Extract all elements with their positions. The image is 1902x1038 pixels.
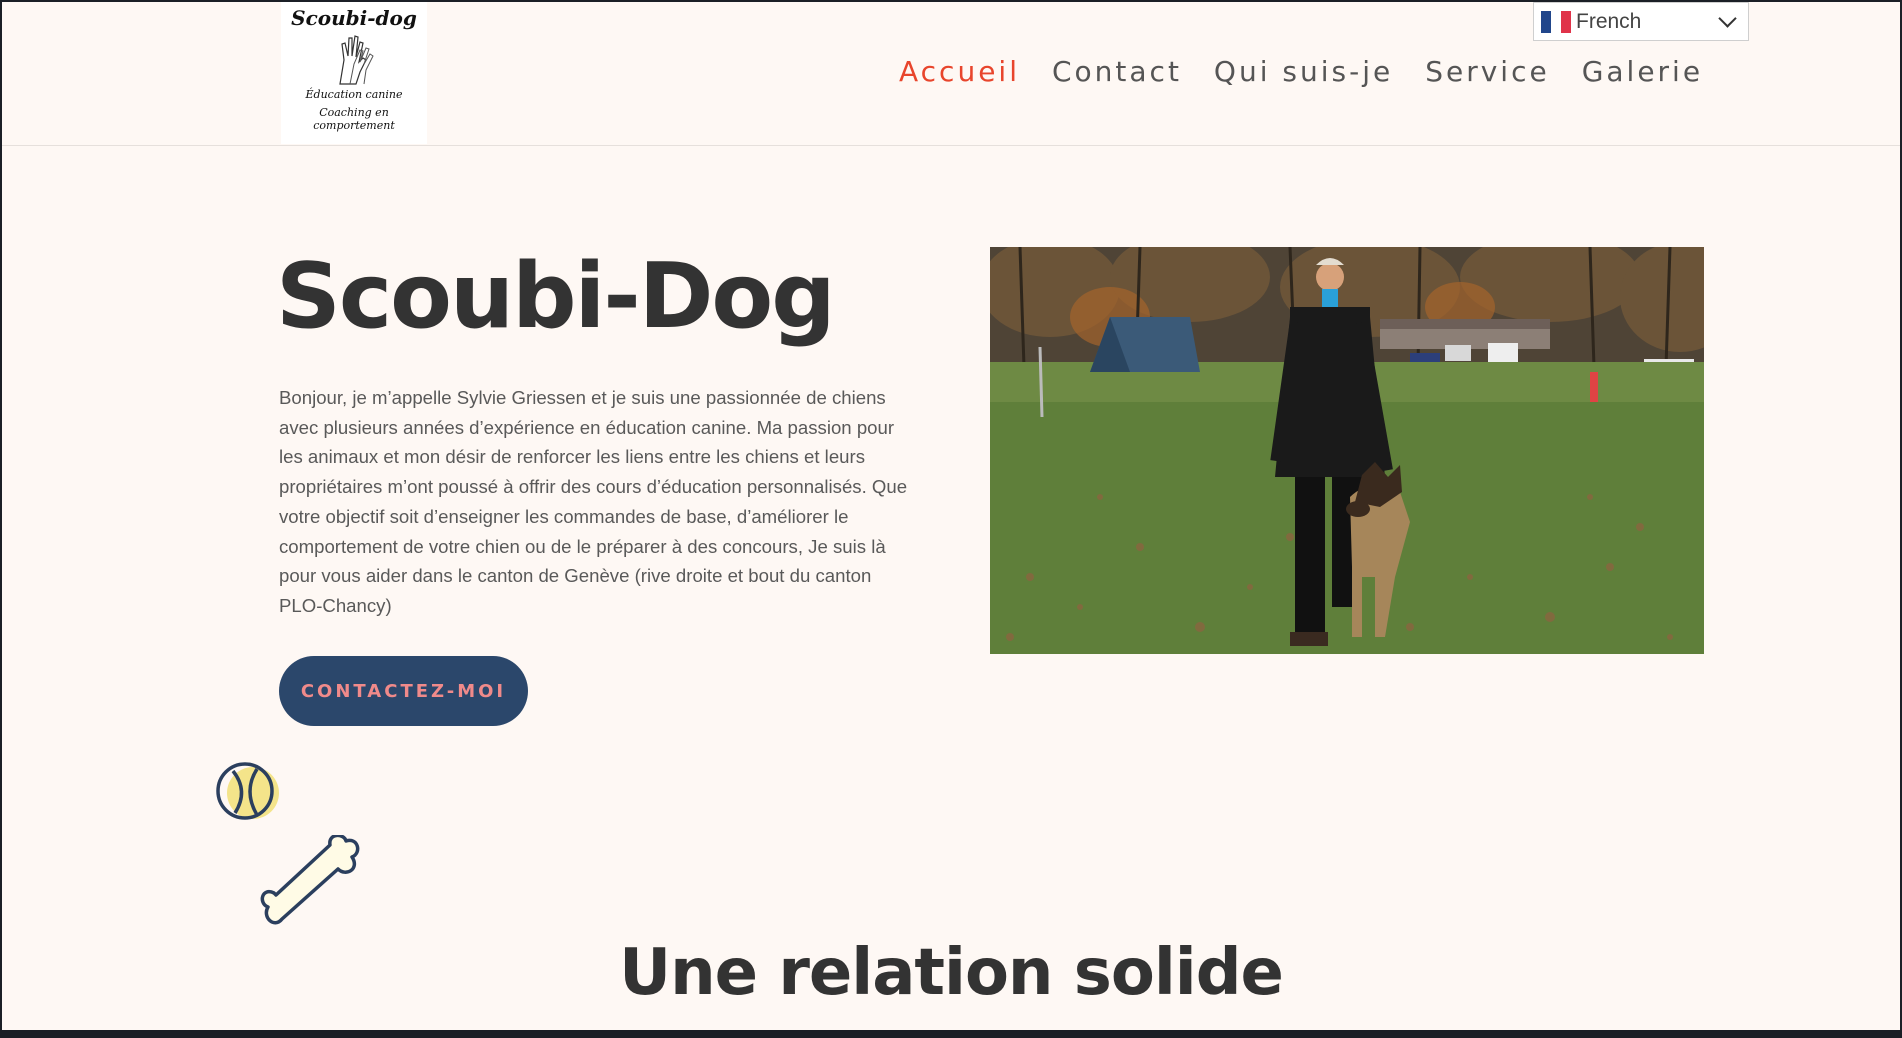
- language-selector[interactable]: French: [1533, 2, 1749, 41]
- page: Scoubi-dog Éducation canine Coaching en …: [2, 2, 1900, 1030]
- hero-description: Bonjour, je m’appelle Sylvie Griessen et…: [279, 387, 908, 616]
- section-title: Une relation solide: [619, 936, 1284, 1010]
- nav-item-qui-suis-je[interactable]: Qui suis-je: [1214, 55, 1393, 88]
- site-logo[interactable]: Scoubi-dog Éducation canine Coaching en …: [281, 2, 427, 144]
- nav-item-contact[interactable]: Contact: [1052, 55, 1182, 88]
- hands-icon: [339, 35, 374, 85]
- dog-trainer-photo: [990, 247, 1704, 654]
- hero-photo: [990, 247, 1704, 654]
- site-header: Scoubi-dog Éducation canine Coaching en …: [2, 2, 1900, 146]
- nav-item-galerie[interactable]: Galerie: [1582, 55, 1703, 88]
- hero-title: Scoubi-Dog: [276, 244, 836, 349]
- bone-icon: [260, 835, 360, 925]
- france-flag-icon: [1541, 10, 1571, 33]
- nav-item-service[interactable]: Service: [1425, 55, 1549, 88]
- main-nav: Accueil Contact Qui suis-je Service Gale…: [899, 55, 1735, 88]
- nav-item-accueil[interactable]: Accueil: [899, 55, 1020, 88]
- chevron-down-icon: [1718, 9, 1737, 28]
- contact-me-button[interactable]: CONTACTEZ-MOI: [279, 656, 528, 726]
- logo-subtitle-2: Coaching en comportement: [313, 106, 395, 132]
- logo-title: Scoubi-dog: [291, 6, 417, 30]
- language-selected: French: [1576, 9, 1642, 33]
- tennis-ball-icon: [216, 762, 279, 820]
- logo-subtitle-1: Éducation canine: [305, 88, 403, 101]
